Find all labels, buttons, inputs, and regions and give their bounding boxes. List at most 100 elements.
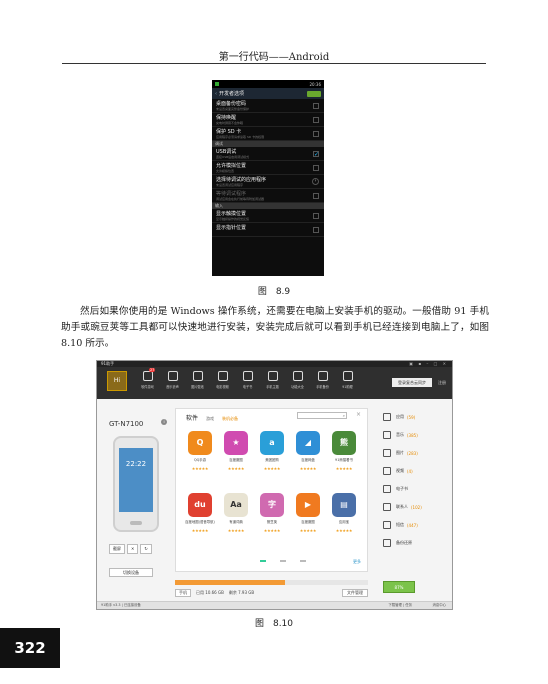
app-icon[interactable]: ◢ bbox=[296, 431, 320, 455]
nav-label: 软件游戏 bbox=[141, 385, 154, 389]
app-tile[interactable]: du 百度地图(语音导航) ★★★★★ bbox=[182, 493, 218, 549]
category-label: 音乐 bbox=[396, 432, 404, 437]
phone-action-bar: ‹ 开发者选项 bbox=[212, 88, 324, 99]
app-icon[interactable]: ▶ bbox=[296, 493, 320, 517]
settings-row[interactable]: 选择待调试的应用程序 未设置调试应用程序 › bbox=[212, 175, 324, 189]
app-tile[interactable]: ★ 百度魔图 ★★★★★ bbox=[218, 431, 254, 487]
rating-stars: ★★★★★ bbox=[227, 466, 245, 471]
app-icon[interactable]: 字 bbox=[260, 493, 284, 517]
figure-caption-8-9: 图 8.9 bbox=[257, 287, 291, 297]
page-dot[interactable] bbox=[260, 560, 266, 562]
page-dot[interactable] bbox=[280, 560, 286, 562]
app-icon[interactable]: du bbox=[188, 493, 212, 517]
footer-status: 91助手 v3.3 | 已连接设备 bbox=[101, 603, 141, 607]
nav-item[interactable]: 软件游戏 27 bbox=[135, 368, 160, 389]
nav-item[interactable]: 手机备份 bbox=[310, 371, 335, 389]
category-item[interactable]: 音乐 (385) bbox=[383, 426, 445, 444]
device-control-button[interactable]: 截屏 bbox=[109, 544, 125, 554]
category-count: (59) bbox=[407, 414, 416, 420]
close-icon[interactable]: × bbox=[356, 411, 361, 418]
rating-stars: ★★★★★ bbox=[263, 528, 281, 533]
tab-featured[interactable]: 装机必备 bbox=[222, 416, 238, 422]
nav-item[interactable]: 电影视频 bbox=[210, 371, 235, 389]
device-control-button[interactable]: ↻ bbox=[140, 544, 152, 554]
checkbox-checked[interactable]: ✓ bbox=[313, 151, 319, 158]
developer-toggle[interactable] bbox=[307, 90, 321, 97]
app-tile[interactable]: Aa 有道词典 ★★★★★ bbox=[218, 493, 254, 549]
info-icon[interactable]: i bbox=[161, 419, 167, 425]
register-link[interactable]: 注册 bbox=[438, 378, 446, 387]
category-label: 短信 bbox=[396, 522, 404, 527]
app-tile[interactable]: ▶ 百度魔图 ★★★★★ bbox=[290, 493, 326, 549]
settings-row[interactable]: USB调试 连接USB后启用调试模式 ✓ bbox=[212, 147, 324, 161]
settings-row[interactable]: 允许模拟位置 允许模拟位置 bbox=[212, 161, 324, 175]
category-icon bbox=[383, 467, 391, 475]
nav-icon bbox=[292, 371, 303, 381]
settings-row[interactable]: 保护 SD 卡应用程序必须请求读取 SD 卡的权限 bbox=[212, 127, 324, 141]
tab-games[interactable]: 游戏 bbox=[206, 416, 214, 422]
app-tile[interactable]: 字豌豆荚 ★★★★★ bbox=[254, 493, 290, 549]
storage-location-select[interactable]: 手机 bbox=[175, 589, 191, 597]
checkbox[interactable] bbox=[313, 165, 319, 171]
rating-stars: ★★★★★ bbox=[191, 528, 209, 533]
app-tile[interactable]: ▤ 应用宝 ★★★★★ bbox=[326, 493, 362, 549]
app-icon[interactable]: Aa bbox=[224, 493, 248, 517]
checkbox[interactable] bbox=[313, 213, 319, 219]
tab-software[interactable]: 软件 bbox=[186, 413, 198, 422]
search-input[interactable]: ⌕ bbox=[297, 412, 347, 419]
settings-row[interactable]: 等待调试程序 调试应用会在执行前等待附加调试器 bbox=[212, 189, 324, 203]
app-icon[interactable]: Q bbox=[188, 431, 212, 455]
nav-item[interactable]: 图片壁纸 bbox=[185, 371, 210, 389]
checkbox[interactable] bbox=[313, 103, 319, 109]
nav-item[interactable]: 手机主题 bbox=[260, 371, 285, 389]
app-icon[interactable]: 熊 bbox=[332, 431, 356, 455]
switch-device-button[interactable]: 切换设备 bbox=[109, 568, 153, 577]
device-control-button[interactable]: ✕ bbox=[127, 544, 139, 554]
app-icon[interactable]: a bbox=[260, 431, 284, 455]
nav-item[interactable]: 91助理 bbox=[335, 371, 360, 389]
checkbox[interactable] bbox=[313, 131, 319, 137]
checkbox[interactable] bbox=[313, 117, 319, 123]
category-item[interactable]: 电子书 bbox=[383, 480, 445, 498]
software-tabs: 软件 游戏 装机必备 bbox=[186, 413, 238, 422]
checkbox[interactable] bbox=[313, 193, 319, 199]
phone-settings-list: 桌面备份密码 未设置桌面完整备份保护 保持唤醒 充电时屏幕不会休眠 保护 SD 卡应用程… bbox=[212, 99, 324, 237]
app-icon[interactable]: ▤ bbox=[332, 493, 356, 517]
chevron-right-icon[interactable]: › bbox=[312, 178, 319, 185]
file-manager-button[interactable]: 文件管理 bbox=[342, 589, 368, 597]
settings-row[interactable]: 保持唤醒 充电时屏幕不会休眠 bbox=[212, 113, 324, 127]
nav-item[interactable]: 功能大全 bbox=[285, 371, 310, 389]
app-icon[interactable]: ★ bbox=[224, 431, 248, 455]
rating-stars: ★★★★★ bbox=[335, 466, 353, 471]
page-dots[interactable] bbox=[260, 560, 306, 562]
app-logo[interactable]: Hi bbox=[107, 371, 127, 391]
settings-row[interactable]: 桌面备份密码 未设置桌面完整备份保护 bbox=[212, 99, 324, 113]
category-item[interactable]: 应用 (59) bbox=[383, 408, 445, 426]
more-link[interactable]: 更多 bbox=[353, 559, 361, 565]
phone-status-bar: 20:36 bbox=[212, 80, 324, 88]
login-button[interactable]: 登录复合云同步 bbox=[392, 378, 432, 387]
app-name: 应用宝 bbox=[338, 520, 350, 524]
footer-messages[interactable]: 消息中心 bbox=[432, 602, 446, 609]
app-tile[interactable]: ◢ 百度网盘 ★★★★★ bbox=[290, 431, 326, 487]
search-icon[interactable]: ⌕ bbox=[343, 413, 345, 418]
category-item[interactable]: 备份还原 bbox=[383, 534, 445, 552]
app-tile[interactable]: 熊 91熊猫看书 ★★★★★ bbox=[326, 431, 362, 487]
category-label: 应用 bbox=[396, 414, 404, 419]
settings-row[interactable]: 显示指针位置 bbox=[212, 223, 324, 237]
nav-item[interactable]: 电子书 bbox=[235, 371, 260, 389]
category-item[interactable]: 图片 (283) bbox=[383, 444, 445, 462]
footer-downloads[interactable]: 下载管理 | 任务 bbox=[388, 602, 412, 609]
app-tile[interactable]: a 美团团购 ★★★★★ bbox=[254, 431, 290, 487]
settings-row[interactable]: 显示触摸位置 显示触摸操作的视觉反馈 bbox=[212, 209, 324, 223]
category-item[interactable]: 联系人 (102) bbox=[383, 498, 445, 516]
page-dot[interactable] bbox=[300, 560, 306, 562]
category-item[interactable]: 短信 (447) bbox=[383, 516, 445, 534]
nav-item[interactable]: 音乐铃声 bbox=[160, 371, 185, 389]
checkbox[interactable] bbox=[313, 227, 319, 233]
page-number: 322 bbox=[0, 628, 60, 668]
category-item[interactable]: 视频 (4) bbox=[383, 462, 445, 480]
back-icon[interactable]: ‹ bbox=[215, 91, 217, 97]
developer-options-screenshot: 20:36 ‹ 开发者选项 桌面备份密码 未设置桌面完整备份保护 保持唤醒 充电时屏幕… bbox=[212, 80, 324, 276]
app-tile[interactable]: Q QQ手游 ★★★★★ bbox=[182, 431, 218, 487]
